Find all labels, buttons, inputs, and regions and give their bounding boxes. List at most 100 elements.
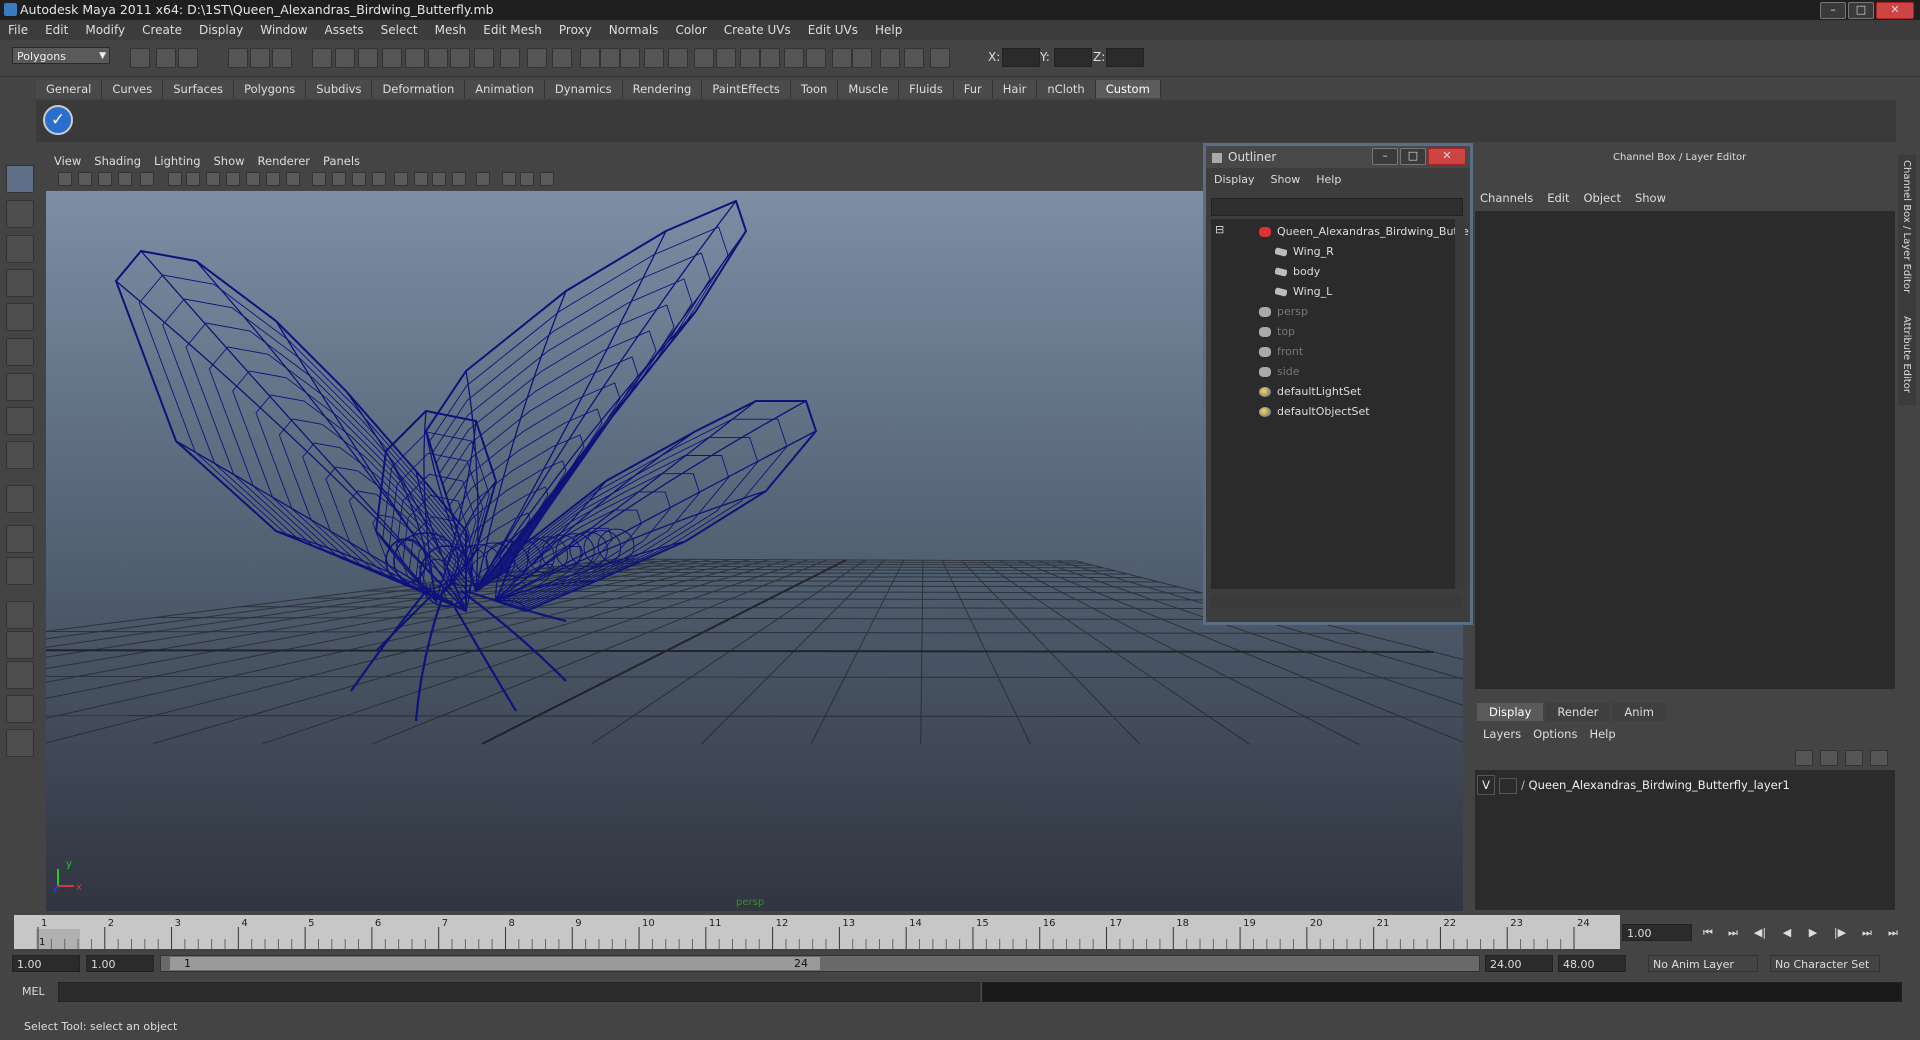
manipulator-tool-icon[interactable] bbox=[6, 373, 34, 401]
viewport-toolbar-icon[interactable] bbox=[414, 172, 428, 186]
outliner-item[interactable]: defaultObjectSet bbox=[1259, 403, 1370, 421]
step-forward-button[interactable]: |▶ bbox=[1829, 924, 1851, 942]
statusline-tool-icon[interactable] bbox=[335, 48, 355, 68]
mel-input[interactable] bbox=[58, 982, 980, 1002]
x-field[interactable] bbox=[1002, 48, 1040, 67]
outliner-vscroll[interactable] bbox=[1455, 219, 1465, 589]
statusline-tool-icon[interactable] bbox=[600, 48, 620, 68]
tab-deformation[interactable]: Deformation bbox=[372, 80, 466, 98]
outliner-item[interactable]: Wing_R bbox=[1275, 243, 1334, 261]
step-back-button[interactable]: ◀| bbox=[1749, 924, 1771, 942]
statusline-tool-icon[interactable] bbox=[312, 48, 332, 68]
statusline-tool-icon[interactable] bbox=[930, 48, 950, 68]
viewport-toolbar-icon[interactable] bbox=[246, 172, 260, 186]
statusline-tool-icon[interactable] bbox=[620, 48, 640, 68]
persp-outliner-layout-icon[interactable] bbox=[6, 695, 34, 723]
viewport-menu-shading[interactable]: Shading bbox=[94, 154, 141, 168]
outliner-item[interactable]: persp bbox=[1259, 303, 1308, 321]
statusline-tool-icon[interactable] bbox=[527, 48, 547, 68]
menu-mesh[interactable]: Mesh bbox=[435, 23, 467, 37]
statusline-tool-icon[interactable] bbox=[250, 48, 270, 68]
minimize-button[interactable]: – bbox=[1820, 2, 1846, 19]
viewport-toolbar-icon[interactable] bbox=[312, 172, 326, 186]
viewport-toolbar-icon[interactable] bbox=[520, 172, 534, 186]
outliner-item[interactable]: front bbox=[1259, 343, 1303, 361]
range-slider-handle[interactable]: 1 24 bbox=[170, 957, 820, 970]
move-tool-icon[interactable] bbox=[6, 269, 34, 297]
move-down-icon[interactable] bbox=[1870, 750, 1888, 766]
menu-edit-mesh[interactable]: Edit Mesh bbox=[483, 23, 542, 37]
viewport-toolbar-icon[interactable] bbox=[186, 172, 200, 186]
maximize-button[interactable]: □ bbox=[1848, 2, 1874, 19]
viewport-menu-lighting[interactable]: Lighting bbox=[154, 154, 200, 168]
tab-hair[interactable]: Hair bbox=[992, 80, 1038, 98]
viewport-toolbar-icon[interactable] bbox=[206, 172, 220, 186]
rotate-tool-icon[interactable] bbox=[6, 303, 34, 331]
check-icon[interactable]: ✓ bbox=[43, 105, 73, 135]
statusline-tool-icon[interactable] bbox=[806, 48, 826, 68]
viewport-toolbar-icon[interactable] bbox=[168, 172, 182, 186]
scale-tool-icon[interactable] bbox=[6, 338, 34, 366]
go-to-start-button[interactable]: ⏮ bbox=[1697, 924, 1719, 942]
viewport-toolbar-icon[interactable] bbox=[58, 172, 72, 186]
layer-menu-layers[interactable]: Layers bbox=[1483, 727, 1521, 741]
menu-file[interactable]: File bbox=[8, 23, 28, 37]
viewport-toolbar-icon[interactable] bbox=[432, 172, 446, 186]
outliner-hscroll[interactable] bbox=[1211, 596, 1461, 608]
statusline-tool-icon[interactable] bbox=[760, 48, 780, 68]
menu-modify[interactable]: Modify bbox=[85, 23, 125, 37]
tab-attribute-editor[interactable]: Attribute Editor bbox=[1901, 316, 1912, 393]
last-tool-icon[interactable] bbox=[6, 485, 34, 513]
viewport-toolbar-icon[interactable] bbox=[286, 172, 300, 186]
statusline-tool-icon[interactable] bbox=[694, 48, 714, 68]
layer-menu-help[interactable]: Help bbox=[1589, 727, 1615, 741]
mel-label[interactable]: MEL bbox=[22, 985, 45, 998]
statusline-tool-icon[interactable] bbox=[500, 48, 520, 68]
outliner-titlebar[interactable]: Outliner – □ ✕ bbox=[1206, 146, 1470, 168]
viewport-toolbar-icon[interactable] bbox=[226, 172, 240, 186]
end-time-field[interactable]: 48.00 bbox=[1558, 955, 1626, 972]
y-field[interactable] bbox=[1054, 48, 1092, 67]
menu-window[interactable]: Window bbox=[260, 23, 307, 37]
step-back-key-button[interactable]: ⏭ bbox=[1722, 924, 1744, 942]
menu-display[interactable]: Display bbox=[199, 23, 243, 37]
tab-painteffects[interactable]: PaintEffects bbox=[702, 80, 791, 98]
new-layer-icon[interactable] bbox=[1795, 750, 1813, 766]
layer-tab-anim[interactable]: Anim bbox=[1612, 703, 1666, 721]
outliner-item[interactable]: Queen_Alexandras_Birdwing_Butte bbox=[1259, 223, 1469, 241]
start-time-field[interactable]: 1.00 bbox=[12, 955, 80, 972]
statusline-tool-icon[interactable] bbox=[428, 48, 448, 68]
outliner-filter-field[interactable] bbox=[1211, 198, 1463, 216]
tab-general[interactable]: General bbox=[36, 80, 103, 98]
statusline-tool-icon[interactable] bbox=[358, 48, 378, 68]
menu-create[interactable]: Create bbox=[142, 23, 182, 37]
channelbox-menu-edit[interactable]: Edit bbox=[1547, 191, 1569, 205]
outliner-minimize-button[interactable]: – bbox=[1372, 148, 1398, 165]
select-tool-icon[interactable] bbox=[6, 165, 34, 193]
statusline-tool-icon[interactable] bbox=[852, 48, 872, 68]
layer-menu-options[interactable]: Options bbox=[1533, 727, 1577, 741]
viewport-toolbar-icon[interactable] bbox=[352, 172, 366, 186]
tab-subdivs[interactable]: Subdivs bbox=[306, 80, 373, 98]
outliner-maximize-button[interactable]: □ bbox=[1400, 148, 1426, 165]
viewport-menu-show[interactable]: Show bbox=[214, 154, 245, 168]
menu-normals[interactable]: Normals bbox=[609, 23, 659, 37]
new-layer-selected-icon[interactable] bbox=[1820, 750, 1838, 766]
graph-editor-layout-icon[interactable] bbox=[6, 729, 34, 757]
statusline-tool-icon[interactable] bbox=[382, 48, 402, 68]
tab-animation[interactable]: Animation bbox=[465, 80, 545, 98]
menu-proxy[interactable]: Proxy bbox=[559, 23, 592, 37]
single-view-layout-icon[interactable] bbox=[6, 525, 34, 553]
menu-color[interactable]: Color bbox=[675, 23, 706, 37]
menu-set-dropdown[interactable]: Polygons ▼ bbox=[12, 47, 110, 64]
time-slider[interactable]: 1 2 3 4 5 6 7 8 9 10 11 12 13 14 15 16 17 18 19 20 21 22 23 24 1 bbox=[14, 915, 1620, 949]
statusline-tool-icon[interactable] bbox=[880, 48, 900, 68]
viewport-toolbar-icon[interactable] bbox=[476, 172, 490, 186]
hypershade-layout-icon[interactable] bbox=[6, 661, 34, 689]
viewport-toolbar-icon[interactable] bbox=[266, 172, 280, 186]
statusline-tool-icon[interactable] bbox=[228, 48, 248, 68]
statusline-tool-icon[interactable] bbox=[832, 48, 852, 68]
outliner-item[interactable]: defaultLightSet bbox=[1259, 383, 1361, 401]
statusline-tool-icon[interactable] bbox=[178, 48, 198, 68]
tab-muscle[interactable]: Muscle bbox=[838, 80, 900, 98]
